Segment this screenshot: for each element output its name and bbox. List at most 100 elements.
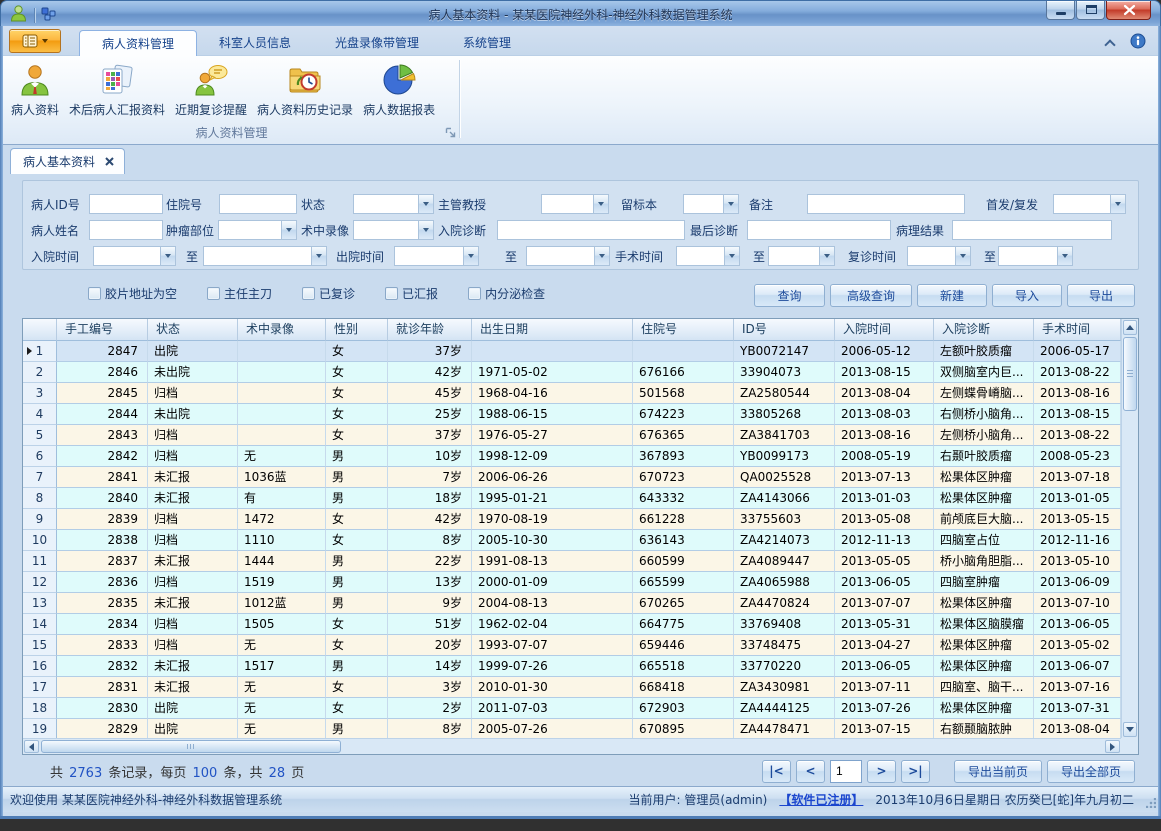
scroll-right-button[interactable]	[1105, 740, 1120, 753]
filter-combo[interactable]	[203, 246, 327, 266]
ribbon-button[interactable]: 病人资料历史记录	[255, 58, 355, 120]
title-bar[interactable]: 病人基本资料 - 某某医院神经外科-神经外科数据管理系统	[0, 0, 1161, 26]
row-header-cell[interactable]: 11	[23, 551, 57, 572]
info-icon[interactable]	[1130, 33, 1146, 53]
app-menu-button[interactable]	[9, 29, 61, 53]
combo-dropdown-button[interactable]	[1110, 195, 1125, 213]
row-header-cell[interactable]: 10	[23, 530, 57, 551]
row-header-cell[interactable]: 1	[23, 341, 57, 362]
scroll-up-button[interactable]	[1123, 320, 1137, 335]
action-button[interactable]: 导入	[992, 284, 1062, 307]
close-tab-icon[interactable]	[105, 157, 114, 166]
table-row[interactable]: 142834归档1505女51岁1962-02-0466477533769408…	[23, 614, 1121, 635]
filter-checkbox[interactable]: 已复诊	[302, 285, 355, 302]
row-header-cell[interactable]: 6	[23, 446, 57, 467]
column-header[interactable]: 住院号	[633, 319, 734, 341]
previous-page-button[interactable]: <	[796, 760, 825, 783]
filter-combo[interactable]	[768, 246, 835, 266]
row-header-cell[interactable]: 14	[23, 614, 57, 635]
action-button[interactable]: 查询	[754, 284, 825, 307]
ribbon-tab[interactable]: 病人资料管理	[79, 30, 197, 56]
table-row[interactable]: 62842归档无男10岁1998-12-09367893YB0099173200…	[23, 446, 1121, 467]
row-header-cell[interactable]: 18	[23, 698, 57, 719]
checkbox-icon[interactable]	[207, 287, 220, 300]
table-row[interactable]: 42844未出院女25岁1988-06-15674223338052682013…	[23, 404, 1121, 425]
table-row[interactable]: 162832未汇报1517男14岁1999-07-266655183377022…	[23, 656, 1121, 677]
filter-combo[interactable]	[1053, 194, 1126, 214]
row-header-cell[interactable]: 5	[23, 425, 57, 446]
row-header-cell[interactable]: 15	[23, 635, 57, 656]
checkbox-icon[interactable]	[385, 287, 398, 300]
combo-dropdown-button[interactable]	[463, 247, 478, 265]
combo-dropdown-button[interactable]	[418, 221, 433, 239]
ribbon-button[interactable]: 病人资料	[9, 58, 61, 120]
column-header[interactable]: 入院诊断	[934, 319, 1034, 341]
combo-dropdown-button[interactable]	[1057, 247, 1072, 265]
column-header[interactable]: ID号	[734, 319, 835, 341]
filter-checkbox[interactable]: 内分泌检查	[468, 285, 545, 302]
combo-dropdown-button[interactable]	[160, 247, 175, 265]
column-header[interactable]: 性别	[326, 319, 388, 341]
maximize-button[interactable]	[1076, 1, 1105, 20]
column-header[interactable]: 出生日期	[472, 319, 633, 341]
checkbox-icon[interactable]	[302, 287, 315, 300]
minimize-button[interactable]	[1046, 1, 1075, 20]
table-row[interactable]: 192829出院无男8岁2005-07-26670895ZA4478471201…	[23, 719, 1121, 738]
row-header-cell[interactable]: 3	[23, 383, 57, 404]
document-tab[interactable]: 病人基本资料	[10, 148, 125, 174]
combo-dropdown-button[interactable]	[723, 195, 738, 213]
row-header-cell[interactable]: 17	[23, 677, 57, 698]
combo-dropdown-button[interactable]	[724, 247, 739, 265]
dialog-launcher-icon[interactable]	[444, 127, 457, 140]
vertical-scrollbar[interactable]	[1121, 319, 1138, 738]
row-header-cell[interactable]: 8	[23, 488, 57, 509]
row-header-cell[interactable]: 12	[23, 572, 57, 593]
combo-dropdown-button[interactable]	[819, 247, 834, 265]
last-page-button[interactable]: >|	[901, 760, 930, 783]
table-row[interactable]: 52843归档女37岁1976-05-27676365ZA38417032013…	[23, 425, 1121, 446]
row-header-cell[interactable]: 4	[23, 404, 57, 425]
export-all-pages-button[interactable]: 导出全部页	[1047, 760, 1135, 783]
filter-combo[interactable]	[93, 246, 176, 266]
filter-combo[interactable]	[683, 194, 739, 214]
table-row[interactable]: 122836归档1519男13岁2000-01-09665599ZA406598…	[23, 572, 1121, 593]
row-header-cell[interactable]: 16	[23, 656, 57, 677]
horizontal-scroll-thumb[interactable]	[41, 740, 341, 753]
column-header[interactable]: 手术时间	[1034, 319, 1121, 341]
vertical-scroll-thumb[interactable]	[1123, 337, 1137, 411]
filter-checkbox[interactable]: 胶片地址为空	[88, 285, 177, 302]
filter-input[interactable]	[747, 220, 891, 240]
license-link[interactable]: 【软件已注册】	[779, 791, 863, 808]
column-header[interactable]: 术中录像	[238, 319, 326, 341]
action-button[interactable]: 高级查询	[830, 284, 912, 307]
filter-input[interactable]	[497, 220, 685, 240]
close-button[interactable]	[1106, 1, 1151, 20]
ribbon-button[interactable]: 术后病人汇报资料	[67, 58, 167, 120]
filter-input[interactable]	[89, 194, 163, 214]
column-header[interactable]: 状态	[148, 319, 238, 341]
collapse-ribbon-icon[interactable]	[1104, 39, 1115, 50]
action-button[interactable]: 导出	[1067, 284, 1135, 307]
scroll-left-button[interactable]	[24, 740, 39, 753]
combo-dropdown-button[interactable]	[311, 247, 326, 265]
scroll-down-button[interactable]	[1123, 722, 1137, 737]
ribbon-tab[interactable]: 科室人员信息	[197, 30, 313, 56]
table-row[interactable]: 152833归档无女20岁1993-07-0765944633748475201…	[23, 635, 1121, 656]
ribbon-button[interactable]: 病人数据报表	[361, 58, 437, 120]
row-header-cell[interactable]: 9	[23, 509, 57, 530]
page-number-input[interactable]	[830, 760, 862, 783]
combo-dropdown-button[interactable]	[418, 195, 433, 213]
filter-input[interactable]	[89, 220, 163, 240]
filter-combo[interactable]	[353, 220, 434, 240]
filter-combo[interactable]	[394, 246, 479, 266]
ribbon-button[interactable]: 近期复诊提醒	[173, 58, 249, 120]
export-current-page-button[interactable]: 导出当前页	[954, 760, 1042, 783]
filter-checkbox[interactable]: 主任主刀	[207, 285, 272, 302]
filter-combo[interactable]	[526, 246, 610, 266]
resize-grip[interactable]	[1146, 798, 1156, 808]
table-row[interactable]: 92839归档1472女42岁1970-08-19661228337556032…	[23, 509, 1121, 530]
table-row[interactable]: 12847出院女37岁YB00721472006-05-12左额叶胶质瘤2006…	[23, 341, 1121, 362]
table-row[interactable]: 72841未汇报1036蓝男7岁2006-06-26670723QA002552…	[23, 467, 1121, 488]
filter-input[interactable]	[219, 194, 297, 214]
row-header-cell[interactable]: 19	[23, 719, 57, 738]
